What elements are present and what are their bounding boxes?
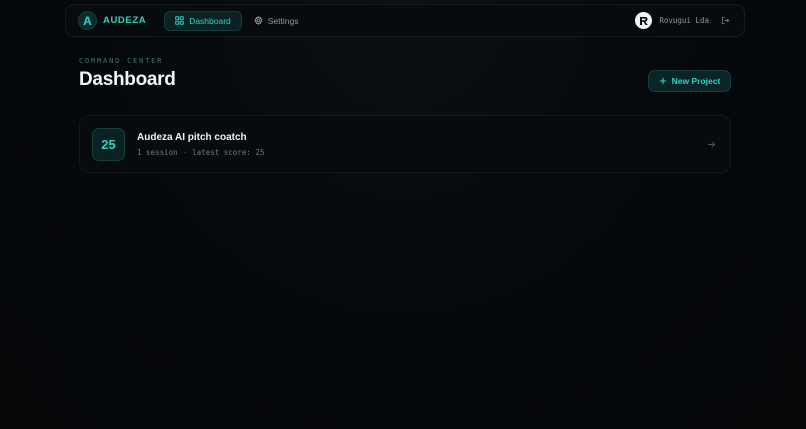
nav-item-label: Settings (267, 15, 299, 26)
new-project-label: New Project (671, 76, 721, 86)
nav-item-settings[interactable]: Settings (244, 11, 309, 31)
project-score-badge: 25 (92, 127, 125, 161)
grid-icon (175, 16, 184, 25)
project-title: Audeza AI pitch coatch (137, 131, 247, 143)
new-project-button[interactable]: New Project (648, 70, 731, 92)
section-eyebrow: COMMAND CENTER (79, 57, 164, 65)
nav-item-label: Dashboard (189, 15, 231, 26)
nav-item-dashboard[interactable]: Dashboard (164, 10, 242, 31)
top-navbar: A AUDEZA Dashboard Settings Rovugui Lda (65, 4, 745, 37)
gear-icon (254, 16, 263, 25)
user-menu: Rovugui Lda (635, 12, 730, 29)
arrow-right-icon (708, 140, 716, 148)
project-latest-score: latest score: 25 (192, 147, 265, 157)
logout-button[interactable] (721, 16, 730, 25)
open-project-arrow[interactable] (707, 140, 716, 149)
user-name: Rovugui Lda (659, 16, 709, 25)
project-card[interactable]: 25 Audeza AI pitch coatch 1 session · late… (79, 115, 731, 173)
page-title: Dashboard (79, 69, 176, 90)
project-meta: 1 session · latest score: 25 (137, 148, 264, 157)
main-nav: Dashboard Settings (164, 10, 310, 31)
plus-icon (659, 77, 666, 85)
project-info: Audeza AI pitch coatch 1 session · latest … (137, 132, 264, 157)
avatar[interactable] (635, 12, 653, 29)
brand-name: AUDEZA (103, 15, 147, 26)
logout-icon (721, 16, 730, 25)
brand-logo: A (78, 11, 97, 30)
project-sessions: 1 session (137, 147, 178, 157)
company-logo-icon (639, 16, 648, 25)
meta-separator: · (182, 147, 188, 157)
brand[interactable]: A AUDEZA (78, 11, 146, 30)
